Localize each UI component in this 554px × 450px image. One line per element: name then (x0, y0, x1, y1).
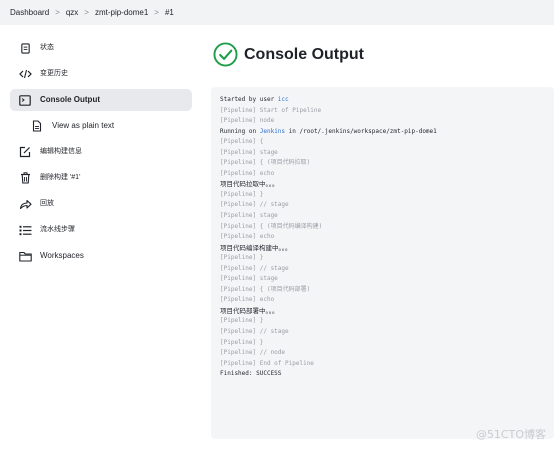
code-icon (16, 69, 34, 79)
file-icon (28, 120, 46, 132)
console-line: [Pipeline] Start of Pipeline (220, 106, 322, 114)
console-line: [Pipeline] { (项目代码部署) (220, 285, 311, 293)
document-icon (16, 42, 34, 54)
console-line: [Pipeline] { (项目代码拉取) (220, 159, 311, 167)
console-line: [Pipeline] stage (220, 148, 278, 156)
console-line-started: Started by user icc (220, 95, 554, 106)
user-link[interactable]: icc (278, 96, 289, 103)
sidebar-item-label: 变更历史 (40, 70, 68, 77)
breadcrumb-folder[interactable]: qzx (66, 8, 78, 17)
node-link[interactable]: Jenkins (260, 128, 285, 135)
sidebar-item-label: 删除构建 '#1' (40, 174, 81, 181)
sidebar-item-label: 编辑构建信息 (40, 148, 82, 155)
page-title: Console Output (244, 45, 364, 63)
folder-icon (16, 251, 34, 262)
running-suffix: in /root/.jenkins/workspace/zmt-pip-dome… (285, 127, 437, 135)
breadcrumb-separator: > (55, 8, 60, 17)
sidebar-item-view-plain-text[interactable]: View as plain text (10, 115, 192, 137)
page-header: Console Output (213, 42, 364, 67)
breadcrumb-job[interactable]: zmt-pip-dome1 (95, 8, 148, 17)
breadcrumb-separator: > (154, 8, 159, 17)
console-line: [Pipeline] } (220, 338, 264, 346)
console-line: [Pipeline] // stage (220, 201, 289, 209)
console-line: Finished: SUCCESS (220, 370, 282, 378)
running-prefix: Running on (220, 127, 260, 135)
breadcrumb: Dashboard > qzx > zmt-pip-dome1 > #1 (0, 0, 554, 25)
console-line: 项目代码编译构建中。。。 (220, 243, 292, 252)
breadcrumb-separator: > (84, 8, 89, 17)
breadcrumb-dashboard[interactable]: Dashboard (10, 8, 49, 17)
console-line: [Pipeline] { (220, 138, 264, 146)
console-line: [Pipeline] // node (220, 349, 286, 357)
replay-icon (16, 199, 34, 210)
success-check-icon (213, 42, 238, 67)
sidebar-item-console-output[interactable]: Console Output (10, 89, 192, 111)
sidebar-item-edit-build-info[interactable]: 编辑构建信息 (10, 141, 192, 163)
trash-icon (16, 172, 34, 184)
sidebar-item-workspaces[interactable]: Workspaces (10, 245, 192, 267)
console-line: 项目代码部署中。。。 (220, 306, 279, 315)
console-lines: [Pipeline] Start of Pipeline [Pipeline] n… (220, 106, 554, 380)
sidebar-item-label: Workspaces (40, 251, 84, 260)
sidebar-item-label: 流水线步骤 (40, 226, 75, 233)
watermark: @51CTO博客 (475, 428, 546, 441)
sidebar-item-changes[interactable]: 变更历史 (10, 63, 192, 85)
sidebar-item-label: 状态 (40, 44, 54, 51)
console-line: [Pipeline] End of Pipeline (220, 359, 314, 367)
sidebar-item-label: View as plain text (52, 121, 115, 130)
terminal-icon (16, 94, 34, 106)
console-line: [Pipeline] echo (220, 169, 275, 177)
console-line: [Pipeline] echo (220, 233, 275, 241)
sidebar-item-label: Console Output (40, 95, 100, 104)
console-line: [Pipeline] } (220, 190, 264, 198)
console-output-panel[interactable]: Started by user icc [Pipeline] Start of … (211, 87, 554, 439)
console-line: [Pipeline] } (220, 317, 264, 325)
breadcrumb-build[interactable]: #1 (165, 8, 174, 17)
console-line: [Pipeline] { (项目代码编译构建) (220, 222, 323, 230)
sidebar-item-replay[interactable]: 回放 (10, 193, 192, 215)
console-line: [Pipeline] // stage (220, 328, 289, 336)
sidebar-item-delete-build[interactable]: 删除构建 '#1' (10, 167, 192, 189)
console-line: [Pipeline] } (220, 254, 264, 262)
console-line: 项目代码拉取中。。。 (220, 180, 279, 189)
started-prefix: Started by user (220, 96, 278, 103)
console-line: [Pipeline] node (220, 117, 275, 125)
sidebar-item-pipeline-steps[interactable]: 流水线步骤 (10, 219, 192, 241)
edit-icon (16, 146, 34, 158)
sidebar-item-status[interactable]: 状态 (10, 37, 192, 59)
console-line: [Pipeline] echo (220, 296, 275, 304)
console-line: [Pipeline] stage (220, 275, 278, 283)
sidebar-item-label: 回放 (40, 200, 54, 207)
console-line: [Pipeline] // stage (220, 264, 289, 272)
console-line-running: Running on Jenkins in /root/.jenkins/wor… (220, 127, 554, 138)
list-icon (16, 225, 34, 236)
console-line: [Pipeline] stage (220, 212, 278, 220)
